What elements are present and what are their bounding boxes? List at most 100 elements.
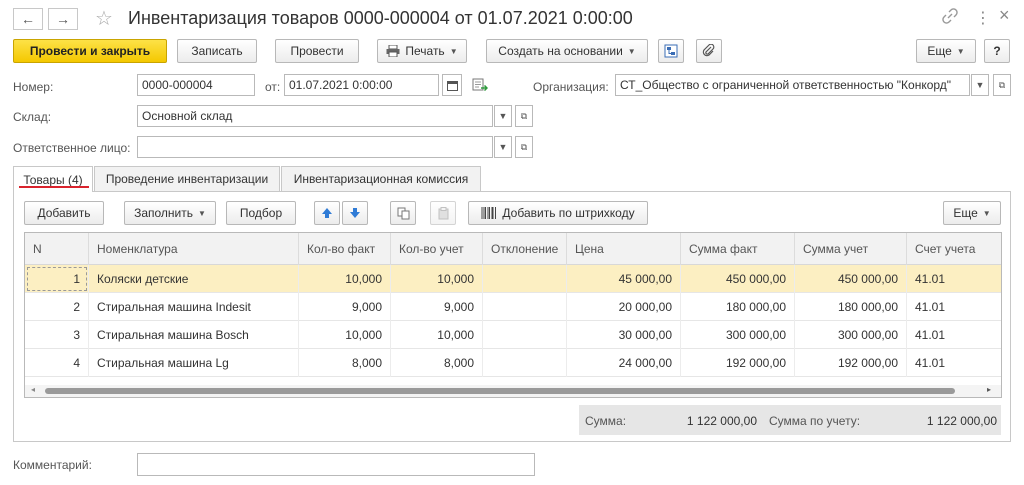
chevron-down-icon: ▼: [449, 46, 458, 56]
warehouse-label: Склад:: [13, 110, 52, 124]
responsible-dropdown[interactable]: ▼: [494, 136, 512, 158]
chevron-down-icon: ▼: [956, 46, 965, 56]
add-by-barcode-button[interactable]: Добавить по штрихкоду: [468, 201, 648, 225]
post-and-close-button[interactable]: Провести и закрыть: [13, 39, 167, 63]
sum-accounting: 300 000,00: [795, 321, 907, 349]
copy-icon: [397, 207, 410, 220]
active-tab-underline: [19, 186, 89, 188]
qty-fact: 10,000: [299, 265, 391, 293]
post-button[interactable]: Провести: [275, 39, 359, 63]
create-based-on-button[interactable]: Создать на основании ▼: [486, 39, 648, 63]
page-title: Инвентаризация товаров 0000-000004 от 01…: [128, 8, 633, 28]
tab-inventory-conduct[interactable]: Проведение инвентаризации: [94, 166, 280, 191]
tab-goods[interactable]: Товары (4): [13, 166, 93, 192]
barcode-icon: [481, 207, 497, 219]
attach-files-button[interactable]: [696, 39, 722, 63]
arrow-right-icon: →: [56, 11, 70, 27]
column-header[interactable]: N: [25, 233, 89, 265]
paste-button[interactable]: [430, 201, 456, 225]
back-button[interactable]: ←: [13, 8, 43, 30]
row-number: 3: [25, 321, 89, 349]
column-header[interactable]: Сумма учет: [795, 233, 907, 265]
move-up-button[interactable]: [314, 201, 340, 225]
warehouse-open-button[interactable]: ⧉: [515, 105, 533, 127]
column-header[interactable]: Номенклатура: [89, 233, 299, 265]
column-header[interactable]: Счет учета: [907, 233, 1001, 265]
table-row[interactable]: 4 Стиральная машина Lg 8,000 8,000 24 00…: [25, 349, 1001, 377]
print-button[interactable]: Печать ▼: [377, 39, 467, 63]
tab-inventory-commission[interactable]: Инвентаризационная комиссия: [281, 166, 481, 191]
comment-label: Комментарий:: [13, 458, 92, 472]
warehouse-dropdown[interactable]: ▼: [494, 105, 512, 127]
responsible-open-button[interactable]: ⧉: [515, 136, 533, 158]
scroll-right-icon[interactable]: ▸: [987, 385, 991, 394]
organization-label: Организация:: [533, 80, 609, 94]
structure-button[interactable]: [658, 39, 684, 63]
save-button[interactable]: Записать: [177, 39, 257, 63]
add-row-button[interactable]: Добавить: [24, 201, 104, 225]
fill-button[interactable]: Заполнить ▼: [124, 201, 216, 225]
table-row[interactable]: 1 Коляски детские 10,000 10,000 45 000,0…: [25, 265, 1001, 293]
accounting-sum-value: 1 122 000,00: [926, 414, 997, 428]
copy-button[interactable]: [390, 201, 416, 225]
open-window-icon: ⧉: [520, 110, 528, 121]
paste-icon: [437, 206, 450, 220]
item-name: Стиральная машина Lg: [89, 349, 299, 377]
document-arrow-icon[interactable]: [472, 78, 488, 92]
date-field[interactable]: 01.07.2021 0:00:00: [284, 74, 439, 96]
column-header[interactable]: Кол-во учет: [391, 233, 483, 265]
column-header[interactable]: Отклонение: [483, 233, 567, 265]
account: 41.01: [915, 300, 946, 314]
item-name: Стиральная машина Indesit: [89, 293, 299, 321]
horizontal-scrollbar[interactable]: ◂ ▸: [25, 385, 1001, 397]
row-number: 1: [25, 265, 89, 293]
responsible-label: Ответственное лицо:: [13, 141, 131, 155]
scrollbar-thumb[interactable]: [45, 388, 955, 394]
chevron-down-icon: ▼: [498, 111, 508, 121]
date-label: от:: [265, 80, 281, 94]
more-button[interactable]: Еще ▼: [916, 39, 976, 63]
selection-button[interactable]: Подбор: [226, 201, 296, 225]
open-window-icon: ⧉: [520, 141, 528, 152]
sum-accounting: 450 000,00: [795, 265, 907, 293]
organization-dropdown[interactable]: ▼: [971, 74, 989, 96]
move-down-button[interactable]: [342, 201, 368, 225]
link-icon[interactable]: [942, 8, 958, 24]
close-icon[interactable]: ×: [999, 5, 1010, 26]
arrow-down-icon: [349, 207, 361, 219]
accounting-sum-label: Сумма по учету:: [769, 414, 861, 428]
add-barcode-label: Добавить по штрихкоду: [502, 206, 635, 220]
table-row[interactable]: 2 Стиральная машина Indesit 9,000 9,000 …: [25, 293, 1001, 321]
column-header[interactable]: Кол-во факт: [299, 233, 391, 265]
comment-field[interactable]: [137, 453, 535, 476]
number-field[interactable]: 0000-000004: [137, 74, 255, 96]
qty-fact: 10,000: [299, 321, 391, 349]
document-structure-icon: [664, 44, 678, 58]
chevron-down-icon: ▼: [627, 46, 636, 56]
item-name: Коляски детские: [89, 265, 299, 293]
calendar-button[interactable]: [442, 74, 462, 96]
open-window-icon: ⧉: [998, 79, 1006, 90]
help-button[interactable]: ?: [984, 39, 1010, 63]
paperclip-icon: [702, 44, 716, 58]
organization-field[interactable]: СТ_Общество с ограниченной ответственнос…: [615, 74, 970, 96]
column-header[interactable]: Сумма факт: [681, 233, 795, 265]
warehouse-field[interactable]: Основной склад: [137, 105, 493, 127]
tab-label: Проведение инвентаризации: [105, 172, 269, 186]
scroll-left-icon[interactable]: ◂: [31, 385, 35, 394]
column-header[interactable]: Цена: [567, 233, 681, 265]
table-more-button[interactable]: Еще ▼: [943, 201, 1001, 225]
table-row[interactable]: 3 Стиральная машина Bosch 10,000 10,000 …: [25, 321, 1001, 349]
organization-open-button[interactable]: ⧉: [993, 74, 1011, 96]
deviation: [483, 349, 567, 377]
deviation: [483, 293, 567, 321]
account: 41.01: [915, 272, 946, 286]
responsible-field[interactable]: [137, 136, 493, 158]
star-icon[interactable]: ☆: [95, 6, 113, 31]
goods-table: N Номенклатура Кол-во факт Кол-во учет О…: [24, 232, 1002, 398]
qty-accounting: 10,000: [391, 265, 483, 293]
account: 41.01: [915, 356, 946, 370]
forward-button[interactable]: →: [48, 8, 78, 30]
more-vertical-icon[interactable]: ⋮: [975, 8, 991, 28]
price: 45 000,00: [567, 265, 681, 293]
